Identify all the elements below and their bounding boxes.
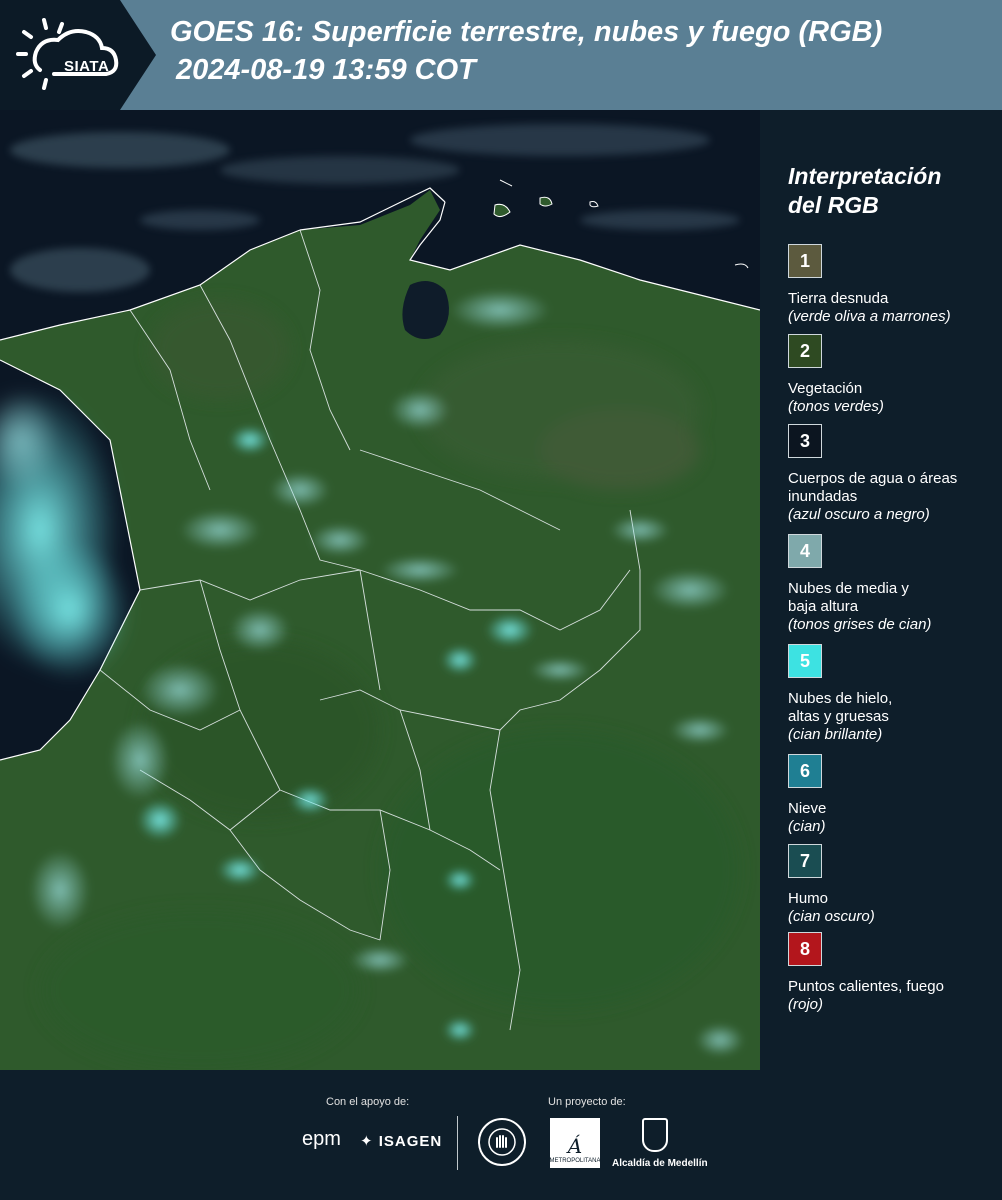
isagen-star-icon: ✦ xyxy=(360,1133,374,1150)
footer-divider xyxy=(457,1116,458,1170)
legend-item-low-clouds: 4 Nubes de media y baja altura (tonos gr… xyxy=(788,534,998,634)
page-title: GOES 16: Superficie terrestre, nubes y f… xyxy=(170,16,883,48)
legend-item-fire: 8 Puntos calientes, fuego (rojo) xyxy=(788,932,998,1014)
legend-swatch: 7 xyxy=(788,844,822,878)
legend-label: Cuerpos de agua o áreas inundadas xyxy=(788,470,958,505)
epm-logo: epm xyxy=(302,1128,341,1150)
legend-note: (rojo) xyxy=(788,996,824,1013)
area-logo-text: METROPOLITANA xyxy=(549,1158,601,1164)
legend-item-water: 3 Cuerpos de agua o áreas inundadas (azu… xyxy=(788,424,998,524)
legend-note: (tonos verdes) xyxy=(788,398,884,415)
legend-label: Tierra desnuda xyxy=(788,290,889,307)
alcaldia-shield-icon xyxy=(642,1118,668,1152)
legend-note: (cian brillante) xyxy=(788,726,883,743)
legend-swatch: 1 xyxy=(788,244,822,278)
legend-note: (tonos grises de cian) xyxy=(788,616,932,633)
siata-logo-text: SIATA xyxy=(64,58,110,75)
legend-label: Nieve xyxy=(788,800,827,817)
rgb-legend: Interpretación del RGB 1 Tierra desnuda … xyxy=(762,110,1002,1070)
project-label: Un proyecto de: xyxy=(548,1096,626,1108)
legend-title-line2: del RGB xyxy=(788,192,879,218)
siata-logo: SIATA xyxy=(14,14,126,94)
satellite-map xyxy=(0,110,760,1070)
legend-label: Nubes de hielo, altas y gruesas xyxy=(788,690,893,725)
legend-swatch: 5 xyxy=(788,644,822,678)
legend-note: (cian) xyxy=(788,818,826,835)
isagen-logo: ✦ ISAGEN xyxy=(360,1132,442,1150)
footer: Con el apoyo de: Un proyecto de: epm ✦ I… xyxy=(0,1070,1002,1200)
legend-title-line1: Interpretación xyxy=(788,163,942,189)
legend-title: Interpretación del RGB xyxy=(788,162,988,220)
legend-label: Puntos calientes, fuego xyxy=(788,978,944,995)
legend-swatch: 3 xyxy=(788,424,822,458)
legend-note: (cian oscuro) xyxy=(788,908,875,925)
legend-swatch: 2 xyxy=(788,334,822,368)
area-metropolitana-logo: Á METROPOLITANA xyxy=(550,1118,600,1168)
legend-swatch: 4 xyxy=(788,534,822,568)
legend-note: (verde oliva a marrones) xyxy=(788,308,951,325)
legend-label: Humo xyxy=(788,890,829,907)
legend-item-bare-soil: 1 Tierra desnuda (verde oliva a marrones… xyxy=(788,244,998,326)
isagen-logo-text: ISAGEN xyxy=(378,1133,443,1150)
legend-item-ice-clouds: 5 Nubes de hielo, altas y gruesas (cian … xyxy=(788,644,998,744)
satellite-image xyxy=(0,110,760,1070)
legend-swatch: 8 xyxy=(788,932,822,966)
hand-seal-icon xyxy=(488,1128,516,1156)
legend-swatch: 6 xyxy=(788,754,822,788)
page-subtitle: 2024-08-19 13:59 COT xyxy=(176,54,476,86)
header: SIATA GOES 16: Superficie terrestre, nub… xyxy=(0,0,1002,110)
alcaldia-label: Alcaldía de Medellín xyxy=(612,1158,708,1169)
area-logo-mark: Á xyxy=(567,1134,583,1158)
seal-logo xyxy=(478,1118,526,1166)
legend-item-smoke: 7 Humo (cian oscuro) xyxy=(788,844,998,926)
legend-item-vegetation: 2 Vegetación (tonos verdes) xyxy=(788,334,998,416)
support-label: Con el apoyo de: xyxy=(326,1096,410,1108)
legend-label: Nubes de media y baja altura xyxy=(788,580,909,615)
legend-label: Vegetación xyxy=(788,380,863,397)
legend-note: (azul oscuro a negro) xyxy=(788,506,930,523)
legend-item-snow: 6 Nieve (cian) xyxy=(788,754,998,836)
sun-cloud-icon xyxy=(16,18,119,90)
